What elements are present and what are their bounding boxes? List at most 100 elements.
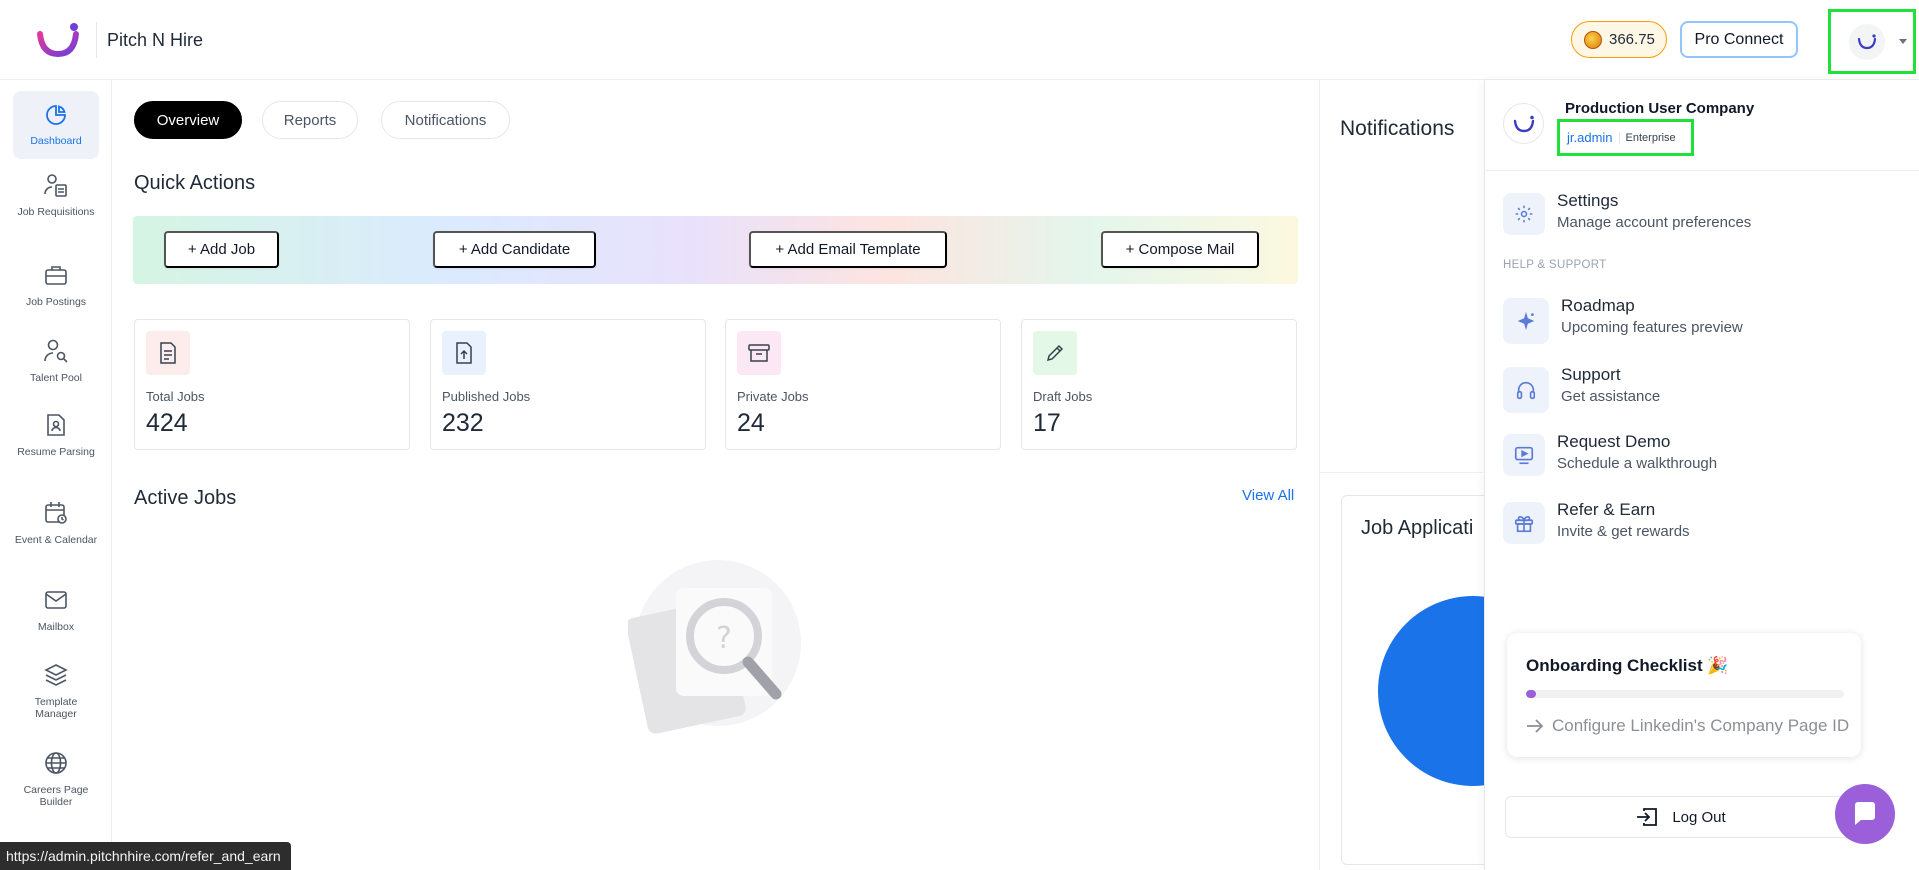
user-role-box: jr.admin Enterprise <box>1557 119 1694 156</box>
stat-label: Private Jobs <box>737 389 809 404</box>
user-document-icon <box>44 174 67 197</box>
logout-label: Log Out <box>1672 808 1726 826</box>
credits-badge[interactable]: 366.75 <box>1571 21 1667 58</box>
add-candidate-button[interactable]: + Add Candidate <box>433 231 596 268</box>
settings-menu-item[interactable]: Settings Manage account preferences <box>1503 191 1752 235</box>
stat-value: 24 <box>737 409 765 437</box>
roadmap-menu-item[interactable]: Roadmap Upcoming features preview <box>1503 296 1743 344</box>
archive-icon <box>737 331 781 375</box>
sidebar-item-label: Talent Pool <box>30 372 82 384</box>
caret-down-icon <box>1899 39 1907 44</box>
refer-earn-menu-item[interactable]: Refer & Earn Invite & get rewards <box>1503 500 1690 544</box>
sidebar-item-template-manager[interactable]: Template Manager <box>13 662 99 720</box>
onboarding-checklist[interactable]: Onboarding Checklist 🎉 Configure Linkedi… <box>1507 633 1861 757</box>
checklist-title: Onboarding Checklist 🎉 <box>1526 656 1729 675</box>
company-avatar-icon <box>1849 23 1885 60</box>
view-all-link[interactable]: View All <box>1242 487 1294 504</box>
sidebar-item-event-calendar[interactable]: Event & Calendar <box>13 500 99 546</box>
menu-item-title: Support <box>1561 365 1621 384</box>
tab-reports[interactable]: Reports <box>262 101 358 139</box>
stat-card-published-jobs[interactable]: Published Jobs 232 <box>430 319 706 450</box>
resume-icon <box>47 414 65 436</box>
magnifier-empty-state-icon: ? <box>626 560 808 735</box>
checklist-progress-bar <box>1526 690 1844 698</box>
briefcase-icon <box>45 266 67 285</box>
help-support-label: HELP & SUPPORT <box>1503 259 1607 271</box>
coin-icon <box>1584 30 1602 49</box>
stat-value: 232 <box>442 409 484 437</box>
pie-chart-icon <box>46 105 66 125</box>
checklist-step[interactable]: Configure Linkedin's Company Page ID <box>1526 716 1849 736</box>
stat-label: Draft Jobs <box>1033 389 1093 404</box>
user-search-icon <box>44 339 68 363</box>
job-applications-pie <box>1378 596 1500 786</box>
sparkle-icon <box>1503 298 1549 344</box>
chat-icon <box>1855 802 1875 825</box>
support-menu-item[interactable]: Support Get assistance <box>1503 365 1660 413</box>
job-applications-title: Job Applicati <box>1361 517 1474 539</box>
svg-text:?: ? <box>716 621 732 656</box>
stat-label: Published Jobs <box>442 389 531 404</box>
company-logo-icon <box>1503 103 1544 144</box>
pencil-icon <box>1033 331 1077 375</box>
menu-item-title: Request Demo <box>1557 432 1671 451</box>
layers-icon <box>44 664 68 686</box>
gear-icon <box>1503 193 1545 235</box>
headphones-icon <box>1503 367 1549 413</box>
sidebar-item-label: Job Requisitions <box>17 206 95 218</box>
sidebar-item-job-postings[interactable]: Job Postings <box>13 262 99 308</box>
right-divider <box>1319 472 1483 473</box>
sidebar-item-label: Dashboard <box>30 135 82 147</box>
sidebar-item-resume-parsing[interactable]: Resume Parsing <box>13 412 99 458</box>
checklist-step-label: Configure Linkedin's Company Page ID <box>1552 716 1850 735</box>
quick-actions-title: Quick Actions <box>134 172 256 194</box>
top-header: Pitch N Hire 366.75 Pro Connect <box>0 0 1919 80</box>
menu-item-title: Refer & Earn <box>1557 500 1656 519</box>
calendar-icon <box>45 502 67 524</box>
video-play-icon <box>1503 434 1545 476</box>
request-demo-menu-item[interactable]: Request Demo Schedule a walkthrough <box>1503 432 1718 476</box>
brand-name: Pitch N Hire <box>107 30 204 50</box>
chat-support-button[interactable] <box>1835 784 1895 844</box>
gift-icon <box>1503 502 1545 544</box>
arrow-right-icon <box>1527 719 1544 733</box>
mail-icon <box>45 591 67 609</box>
tab-notifications[interactable]: Notifications <box>381 101 510 139</box>
file-upload-icon <box>442 331 486 375</box>
stat-value: 424 <box>146 409 188 437</box>
company-name: Production User Company <box>1565 100 1755 117</box>
add-email-template-button[interactable]: + Add Email Template <box>749 231 947 268</box>
menu-item-title: Settings <box>1557 191 1619 210</box>
compose-mail-button[interactable]: + Compose Mail <box>1101 231 1259 268</box>
stat-card-draft-jobs[interactable]: Draft Jobs 17 <box>1021 319 1297 450</box>
sidebar-item-mailbox[interactable]: Mailbox <box>13 587 99 633</box>
logout-button[interactable]: Log Out <box>1505 796 1857 838</box>
tab-overview[interactable]: Overview <box>134 101 242 139</box>
job-applications-card: Job Applicati <box>1341 495 1501 865</box>
dropdown-divider <box>1484 170 1919 171</box>
sidebar-item-dashboard[interactable]: Dashboard <box>13 91 99 159</box>
menu-item-subtitle: Upcoming features preview <box>1561 319 1743 336</box>
status-bar-url: https://admin.pitchnhire.com/refer_and_e… <box>0 842 291 870</box>
add-job-button[interactable]: + Add Job <box>164 231 279 268</box>
globe-icon <box>45 752 67 774</box>
sidebar-item-label: Careers Page Builder <box>23 784 89 809</box>
stat-card-private-jobs[interactable]: Private Jobs 24 <box>725 319 1001 450</box>
sidebar-item-label: Template Manager <box>34 696 78 721</box>
active-jobs-title: Active Jobs <box>134 487 237 509</box>
stat-card-total-jobs[interactable]: Total Jobs 424 <box>134 319 410 450</box>
sidebar-item-talent-pool[interactable]: Talent Pool <box>13 338 99 384</box>
logo-divider <box>96 22 97 58</box>
sidebar-item-careers-page-builder[interactable]: Careers Page Builder <box>13 750 99 808</box>
sidebar-item-label: Event & Calendar <box>14 534 98 546</box>
sidebar-item-job-requisitions[interactable]: Job Requisitions <box>13 172 99 218</box>
menu-item-subtitle: Manage account preferences <box>1557 214 1752 231</box>
menu-item-subtitle: Schedule a walkthrough <box>1557 455 1718 472</box>
sidebar-item-label: Mailbox <box>37 621 75 633</box>
pro-connect-button[interactable]: Pro Connect <box>1680 21 1798 58</box>
account-menu-trigger[interactable] <box>1828 9 1916 74</box>
credits-value: 366.75 <box>1609 31 1655 48</box>
sidebar-item-label: Resume Parsing <box>17 446 95 458</box>
brand-logo-icon[interactable] <box>36 22 82 58</box>
document-icon <box>146 331 190 375</box>
